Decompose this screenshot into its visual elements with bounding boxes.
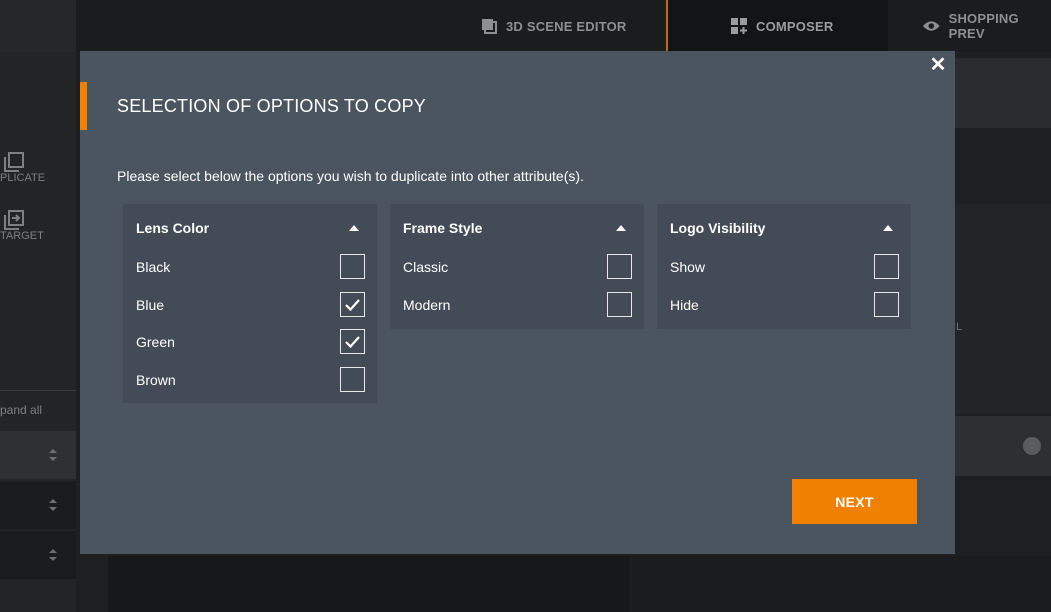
eye-icon: [922, 21, 940, 31]
copy-options-modal: SELECTION OF OPTIONS TO COPY Please sele…: [80, 51, 955, 554]
right-panel-label: L: [956, 321, 963, 333]
top-bar-logo-area: [0, 0, 76, 52]
option-label: Hide: [670, 297, 699, 313]
sort-icon: [49, 449, 57, 461]
option-label: Green: [136, 334, 175, 350]
option-label: Blue: [136, 297, 165, 313]
sidebar-item-target[interactable]: TARGET: [0, 210, 76, 242]
target-copy-icon: [4, 210, 24, 230]
tab-label: COMPOSER: [756, 18, 834, 34]
option-checkbox[interactable]: [874, 254, 899, 279]
tab-3d-scene-editor[interactable]: 3D SCENE EDITOR: [480, 0, 627, 52]
option-label: Black: [136, 259, 171, 275]
close-icon[interactable]: ✕: [928, 55, 948, 75]
layers-icon: [482, 19, 497, 34]
option-checkbox[interactable]: [340, 367, 365, 392]
sidebar-item-label: PLICATE: [0, 172, 46, 184]
divider: [0, 390, 76, 391]
option-row: Hide: [657, 292, 911, 318]
tab-label: SHOPPING PREV: [948, 11, 1019, 41]
sidebar-item-duplicate[interactable]: PLICATE: [0, 152, 76, 184]
tab-shopping-preview[interactable]: SHOPPING PREV: [922, 0, 1051, 52]
option-group-lens-color: Lens Color Black Blue Green Brown: [123, 204, 377, 403]
option-row: Classic: [390, 254, 644, 280]
option-group-logo-visibility: Logo Visibility Show Hide: [657, 204, 911, 329]
sidebar-item-label: TARGET: [0, 230, 44, 242]
modal-description: Please select below the options you wish…: [117, 168, 584, 184]
option-row: Green: [123, 329, 377, 355]
bottom-panel-right: [632, 556, 1051, 612]
right-panel-body: [955, 204, 1051, 414]
duplicate-icon: [4, 152, 24, 172]
play-icon[interactable]: [1023, 437, 1041, 455]
option-row: Show: [657, 254, 911, 280]
expand-all-link[interactable]: pand all: [0, 403, 42, 417]
option-checkbox[interactable]: [340, 254, 365, 279]
option-checkbox[interactable]: [607, 254, 632, 279]
tab-composer[interactable]: COMPOSER: [666, 0, 888, 52]
option-label: Modern: [403, 297, 451, 313]
option-row: Blue: [123, 292, 377, 318]
title-accent-bar: [80, 82, 87, 130]
next-button[interactable]: NEXT: [792, 479, 917, 524]
option-checkbox[interactable]: [874, 292, 899, 317]
option-row: Black: [123, 254, 377, 280]
sort-icon: [49, 549, 57, 561]
option-row: Modern: [390, 292, 644, 318]
composer-icon: [731, 18, 747, 34]
collapse-caret-icon[interactable]: [616, 225, 626, 231]
option-label: Show: [670, 259, 706, 275]
checkmark-icon: [345, 299, 360, 312]
option-group-frame-style: Frame Style Classic Modern: [390, 204, 644, 329]
option-row: Brown: [123, 367, 377, 393]
modal-title: SELECTION OF OPTIONS TO COPY: [117, 96, 426, 116]
collapse-caret-icon[interactable]: [883, 225, 893, 231]
checkmark-icon: [345, 336, 360, 349]
list-item[interactable]: [0, 431, 76, 479]
option-group-title: Lens Color: [136, 220, 210, 236]
option-label: Classic: [403, 259, 449, 275]
option-checkbox[interactable]: [607, 292, 632, 317]
tab-label: 3D SCENE EDITOR: [506, 18, 627, 34]
option-group-title: Logo Visibility: [670, 220, 766, 236]
option-checkbox[interactable]: [340, 292, 365, 317]
option-checkbox[interactable]: [340, 329, 365, 354]
bottom-panel-left: [108, 556, 630, 612]
list-item[interactable]: [0, 531, 76, 579]
list-item[interactable]: [0, 481, 76, 529]
option-group-title: Frame Style: [403, 220, 483, 236]
right-panel-header: [955, 58, 1051, 128]
sort-icon: [49, 499, 57, 511]
option-label: Brown: [136, 372, 176, 388]
collapse-caret-icon[interactable]: [349, 225, 359, 231]
